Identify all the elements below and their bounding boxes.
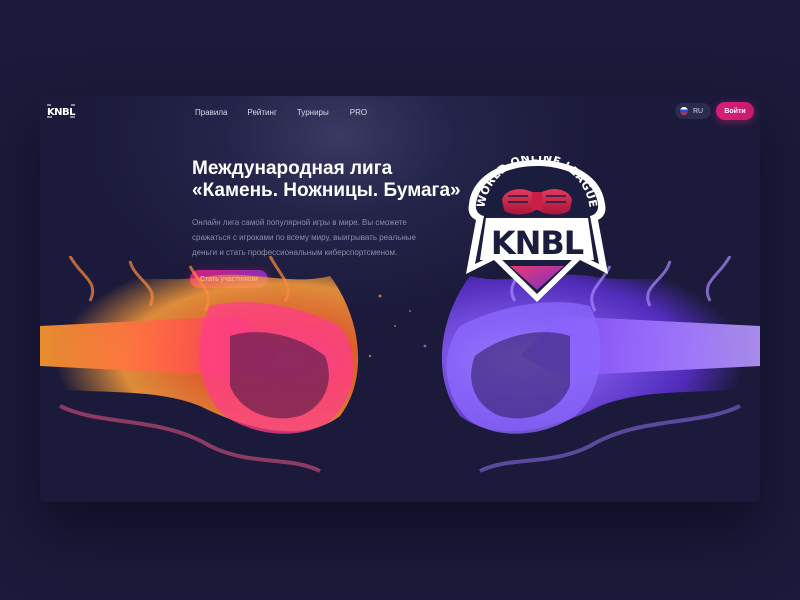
language-switcher[interactable]: RU xyxy=(675,103,711,119)
left-flaming-fist-icon xyxy=(40,256,359,473)
site-logo-text: KNBL xyxy=(47,107,76,118)
hero-desc-line-1: Онлайн лига самой популярной игры в мире… xyxy=(192,218,407,227)
fists-artwork xyxy=(40,256,760,473)
login-button[interactable]: Войти xyxy=(716,102,754,120)
sparks xyxy=(368,294,427,358)
language-label: RU xyxy=(693,107,704,115)
hero-title: Международная лига «Камень. Ножницы. Бум… xyxy=(192,158,482,202)
hero-title-line-1: Международная лига xyxy=(192,158,393,179)
hero-desc-line-2: сражаться с игроками по всему миру, выиг… xyxy=(192,233,417,242)
league-emblem: WORLD ONLINE LEAGUE KNBL xyxy=(466,156,608,302)
russia-flag-icon xyxy=(680,107,688,115)
hero-title-line-2: «Камень. Ножницы. Бумага» xyxy=(192,180,461,201)
nav-item-pro[interactable]: PRO xyxy=(341,105,376,120)
nav-item-rules[interactable]: Правила xyxy=(188,105,234,120)
hero-card: KNBL Правила Рейтинг Турниры PRO RU Войт… xyxy=(40,96,760,502)
emblem-logo-text: KNBL xyxy=(491,224,584,262)
main-nav: Правила Рейтинг Турниры PRO xyxy=(188,105,381,120)
hero-description: Онлайн лига самой популярной игры в мире… xyxy=(192,215,447,260)
nav-item-tournaments[interactable]: Турниры xyxy=(290,105,336,120)
site-logo[interactable]: KNBL xyxy=(46,103,77,124)
nav-item-rating[interactable]: Рейтинг xyxy=(240,105,283,120)
